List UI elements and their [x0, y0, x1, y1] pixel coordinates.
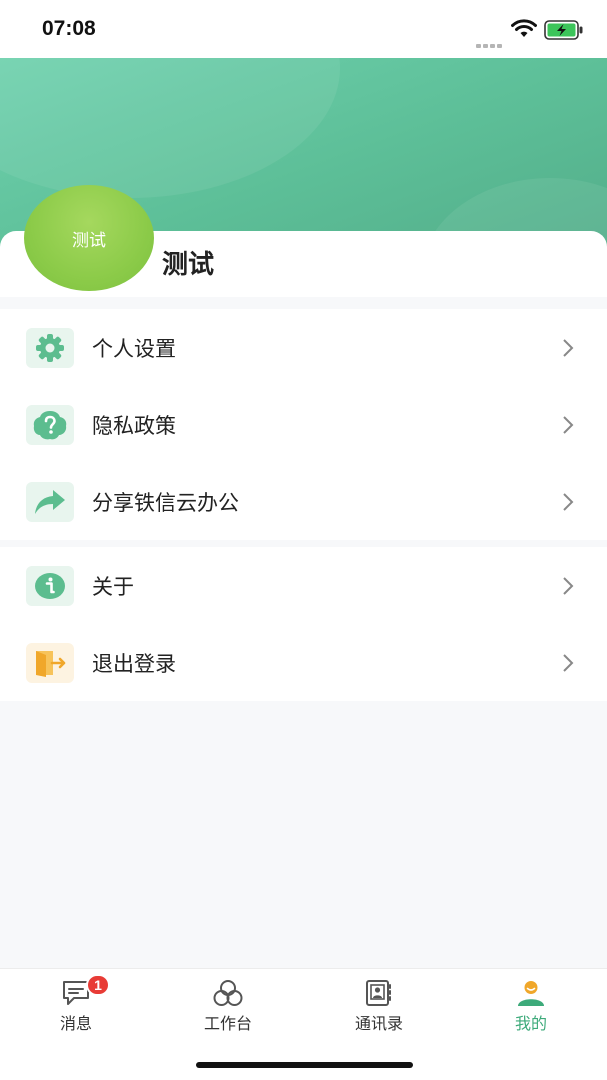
- chevron-right-icon: [563, 415, 574, 434]
- info-icon: [26, 565, 74, 606]
- menu-label: 关于: [92, 574, 134, 599]
- workbench-icon: [213, 980, 243, 1006]
- menu-item-logout[interactable]: 退出登录: [0, 624, 607, 701]
- chevron-right-icon: [563, 653, 574, 672]
- tab-profile[interactable]: 我的: [455, 969, 607, 1039]
- status-time: 07:08: [42, 17, 96, 40]
- contacts-icon: [366, 980, 391, 1006]
- menu-label: 个人设置: [92, 336, 176, 361]
- menu-label: 退出登录: [92, 651, 176, 676]
- menu-label: 分享铁信云办公: [92, 490, 239, 515]
- avatar-text: 测试: [72, 230, 106, 251]
- home-indicator: [196, 1062, 413, 1068]
- share-icon: [26, 481, 74, 522]
- tab-workbench[interactable]: 工作台: [152, 969, 304, 1039]
- avatar[interactable]: 测试: [24, 185, 154, 291]
- question-icon: [26, 404, 74, 445]
- tab-label: 我的: [514, 1014, 547, 1033]
- menu-item-personal-settings[interactable]: 个人设置: [0, 309, 607, 386]
- chevron-right-icon: [563, 338, 574, 357]
- chevron-right-icon: [563, 576, 574, 595]
- tab-messages[interactable]: 1 消息: [0, 969, 152, 1039]
- menu-item-privacy-policy[interactable]: 隐私政策: [0, 386, 607, 463]
- logout-icon: [26, 642, 74, 683]
- battery-icon: [544, 20, 583, 40]
- menu-item-share[interactable]: 分享铁信云办公: [0, 463, 607, 540]
- wifi-icon: [511, 19, 537, 37]
- account-menu-group: 关于 退出登录: [0, 547, 607, 701]
- tab-label: 通讯录: [354, 1014, 403, 1033]
- profile-name: 测试: [162, 250, 215, 280]
- tab-label: 消息: [59, 1014, 92, 1033]
- signal-icon: [476, 33, 504, 52]
- gear-icon: [26, 327, 74, 368]
- tab-contacts[interactable]: 通讯录: [303, 969, 455, 1039]
- chevron-right-icon: [563, 492, 574, 511]
- tab-label: 工作台: [203, 1014, 252, 1033]
- menu-label: 隐私政策: [92, 413, 176, 438]
- unread-badge: 1: [86, 974, 110, 996]
- profile-icon: [518, 981, 544, 1006]
- menu-item-about[interactable]: 关于: [0, 547, 607, 624]
- status-bar: 07:08: [0, 0, 607, 58]
- settings-menu-group: 个人设置 隐私政策 分享铁信云办公: [0, 309, 607, 540]
